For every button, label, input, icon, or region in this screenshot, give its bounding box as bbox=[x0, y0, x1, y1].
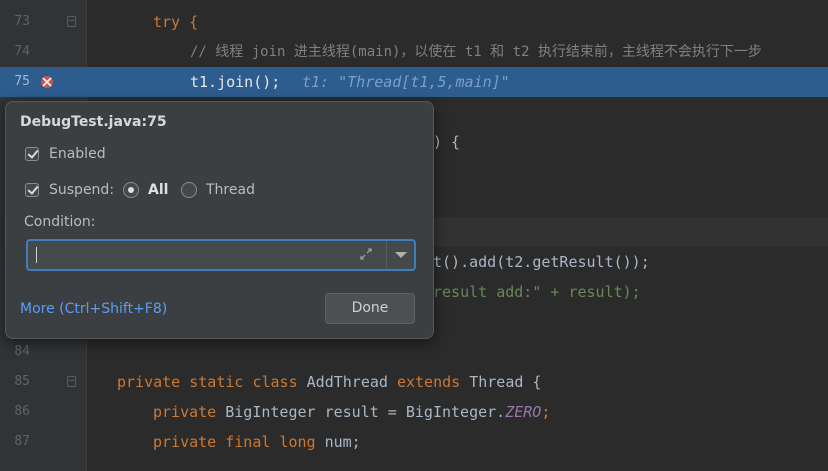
code-text: try { bbox=[153, 13, 199, 31]
breakpoint-disabled-icon[interactable] bbox=[39, 74, 55, 90]
code-text: ) { bbox=[433, 133, 461, 151]
combo-separator bbox=[386, 241, 387, 269]
condition-label: Condition: bbox=[24, 214, 96, 230]
code-text: t().add(t2.getResult()); bbox=[433, 253, 650, 271]
line-number: 74 bbox=[14, 44, 30, 59]
text-caret bbox=[36, 247, 37, 263]
suspend-all-radio[interactable] bbox=[123, 182, 139, 198]
expand-editor-icon[interactable] bbox=[358, 246, 374, 262]
suspend-thread-radio[interactable] bbox=[181, 182, 197, 198]
inline-debug-value: t1: "Thread[t1,5,main]" bbox=[302, 73, 510, 91]
line-number: 85 bbox=[14, 374, 30, 389]
code-line: 74 // 线程 join 进主线程(main)，以使在 t1 和 t2 执行结… bbox=[0, 37, 828, 67]
breakpoint-properties-popup: DebugTest.java:75 Enabled Suspend: All T… bbox=[5, 101, 434, 339]
chevron-down-icon[interactable] bbox=[395, 252, 407, 258]
code-line: 73 try { bbox=[0, 7, 828, 37]
code-line-current: 75 t1.join(); t1: "Thread[t1,5,main]" bbox=[0, 67, 828, 97]
code-line: 86 private BigInteger result = BigIntege… bbox=[0, 397, 828, 427]
code-line: 87 private final long num; bbox=[0, 427, 828, 457]
code-text: private static class AddThread extends T… bbox=[117, 373, 542, 391]
condition-input[interactable] bbox=[26, 239, 416, 271]
done-button[interactable]: Done bbox=[325, 293, 415, 324]
code-text: private final long num; bbox=[153, 433, 361, 451]
code-line: 84 bbox=[0, 337, 828, 367]
fold-marker-icon[interactable] bbox=[67, 16, 76, 27]
code-comment: // 线程 join 进主线程(main)，以使在 t1 和 t2 执行结束前，… bbox=[190, 44, 762, 60]
enabled-checkbox[interactable] bbox=[25, 147, 39, 161]
line-number: 75 bbox=[14, 74, 30, 89]
code-line: 85 private static class AddThread extend… bbox=[0, 367, 828, 397]
suspend-all-label[interactable]: All bbox=[148, 182, 168, 198]
enabled-label[interactable]: Enabled bbox=[49, 146, 106, 162]
fold-marker-icon[interactable] bbox=[67, 376, 76, 387]
suspend-thread-label[interactable]: Thread bbox=[206, 182, 255, 198]
line-number: 86 bbox=[14, 404, 30, 419]
line-number: 73 bbox=[14, 14, 30, 29]
popup-title: DebugTest.java:75 bbox=[20, 114, 167, 130]
line-number: 84 bbox=[14, 344, 30, 359]
line-number: 87 bbox=[14, 434, 30, 449]
suspend-checkbox[interactable] bbox=[25, 183, 39, 197]
more-settings-link[interactable]: More (Ctrl+Shift+F8) bbox=[20, 301, 167, 317]
suspend-label[interactable]: Suspend: bbox=[49, 182, 114, 198]
code-text: t1.join(); bbox=[190, 73, 281, 91]
code-text: private BigInteger result = BigInteger.Z… bbox=[153, 403, 551, 421]
code-string: result add:" + result); bbox=[433, 283, 641, 301]
